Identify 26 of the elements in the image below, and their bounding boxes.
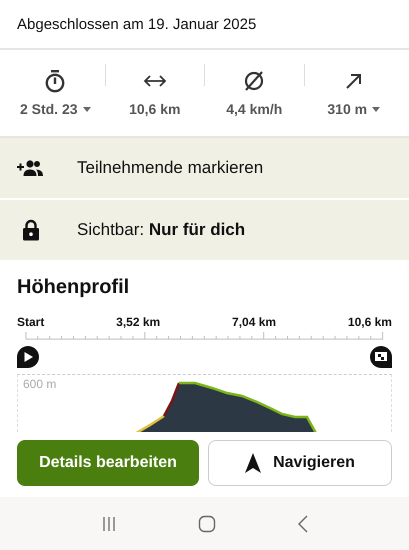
section-title: Höhenprofil <box>17 276 130 299</box>
elevation-label: 600 m <box>23 376 56 391</box>
axis-label: Start <box>17 315 44 329</box>
add-people-icon <box>17 159 45 177</box>
axis-label: 7,04 km <box>232 315 276 329</box>
stopwatch-icon <box>44 69 66 93</box>
recent-apps-icon[interactable] <box>100 516 116 532</box>
action-row[interactable]: Sichtbar: Nur für dich <box>0 200 409 262</box>
action-label: Teilnehmende markieren <box>77 158 264 178</box>
axis-label: 10,6 km <box>348 315 392 329</box>
action-label: Sichtbar: Nur für dich <box>77 220 246 240</box>
completion-date: Abgeschlossen am 19. Januar 2025 <box>17 16 256 32</box>
axis-label: 3,52 km <box>116 315 160 329</box>
stat-dropdown[interactable]: 310 m <box>327 101 380 117</box>
caret-icon <box>82 106 91 112</box>
navigation-arrow-icon <box>245 453 262 473</box>
action-row[interactable]: Teilnehmende markieren <box>0 138 409 200</box>
stat-value: 10,6 km <box>129 101 180 117</box>
average-icon <box>243 69 266 93</box>
caret-icon <box>372 106 380 112</box>
home-icon[interactable] <box>198 514 216 532</box>
back-icon[interactable] <box>296 514 308 532</box>
stat-value: 4,4 km/h <box>226 101 282 117</box>
edit-details-button[interactable]: Details bearbeiten <box>17 440 199 486</box>
stat-dropdown[interactable]: 2 Std. 23 <box>20 101 91 117</box>
navigate-button[interactable]: Navigieren <box>208 440 392 486</box>
